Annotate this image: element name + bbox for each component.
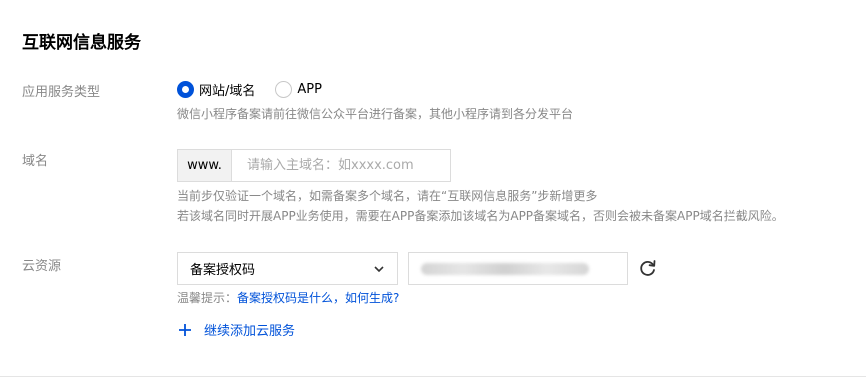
refresh-icon[interactable]: [638, 258, 658, 278]
cloud-resource-select-value: 备案授权码: [190, 263, 256, 278]
cloud-resource-tip: 温馨提示：备案授权码是什么，如何生成?: [177, 290, 399, 306]
tip-label: 温馨提示：: [177, 291, 238, 305]
radio-app[interactable]: APP: [275, 81, 322, 98]
domain-prefix: www.: [178, 150, 232, 181]
section-title: 互联网信息服务: [22, 33, 141, 53]
add-cloud-service-button[interactable]: 继续添加云服务: [178, 320, 295, 339]
domain-label: 域名: [22, 154, 49, 169]
authorization-code-input[interactable]: [408, 252, 628, 285]
blurred-authorization-code: [421, 262, 589, 275]
plus-icon: [179, 323, 191, 336]
domain-hint-line2: 若该域名同时开展APP业务使用，需要在APP备案添加该域名为APP备案域名，否则…: [177, 209, 784, 223]
radio-unchecked-icon: [275, 81, 293, 98]
bottom-divider: [0, 376, 866, 377]
cloud-resource-select[interactable]: 备案授权码: [177, 252, 398, 285]
domain-hint-line1: 当前步仅验证一个域名，如需备案多个域名，请在“互联网信息服务”步新增更多: [177, 189, 598, 203]
service-type-label: 应用服务类型: [22, 85, 101, 100]
radio-app-label: APP: [297, 82, 322, 97]
tip-help-link[interactable]: 备案授权码是什么，如何生成?: [237, 291, 399, 305]
domain-input-group: www.: [177, 149, 451, 182]
radio-checked-icon: [177, 81, 194, 98]
radio-website-domain[interactable]: 网站/域名: [177, 80, 255, 99]
service-type-radio-group: 网站/域名 APP: [177, 80, 342, 99]
chevron-down-icon: [374, 265, 384, 272]
cloud-resource-label: 云资源: [22, 259, 62, 274]
domain-input[interactable]: [232, 150, 450, 181]
add-cloud-service-label: 继续添加云服务: [204, 324, 296, 339]
service-type-hint: 微信小程序备案请前往微信公众平台进行备案，其他小程序请到各分发平台: [177, 107, 574, 121]
radio-website-domain-label: 网站/域名: [199, 84, 256, 99]
